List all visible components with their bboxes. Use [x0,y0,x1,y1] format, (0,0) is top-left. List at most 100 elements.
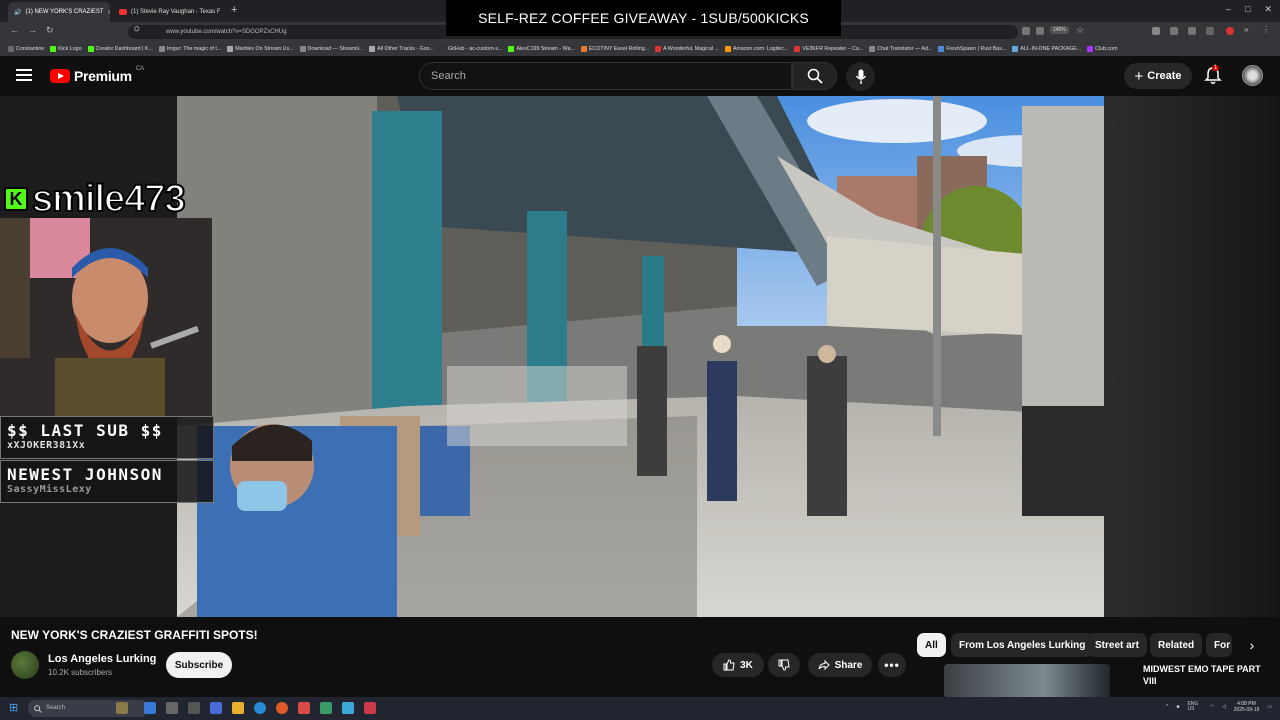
logo-text: Premium [74,68,132,84]
back-icon[interactable]: ← [10,25,19,35]
bookmark-item[interactable]: AlexC199 Stream - Wa... [508,46,575,52]
widgets-icon[interactable] [116,702,128,714]
bookmark-item[interactable]: ECOTINY Easel Rolling... [580,46,649,52]
close-tab-icon[interactable]: × [225,8,226,17]
more-actions-button[interactable]: ••• [878,653,906,677]
download-icon[interactable] [1152,27,1160,35]
close-window-icon[interactable]: ✕ [1264,4,1272,15]
channel-name[interactable]: Los Angeles Lurking [48,653,156,665]
profile-icon[interactable] [1226,27,1234,35]
chip-from-channel[interactable]: From Los Angeles Lurking [951,633,1094,657]
windows-start-icon[interactable]: ⊞ [9,701,18,714]
bookmark-item[interactable]: ALL-IN-ONE PACKAGE... [1012,46,1081,52]
bookmark-item[interactable]: Creator Dashboard | K... [87,46,153,52]
cast-icon[interactable] [1022,27,1030,35]
screenshot-icon[interactable] [1036,27,1044,35]
bookmark-label: A Wonderful, Magical ... [663,46,719,52]
bookmark-item[interactable]: Imgur: The magic of t... [158,46,221,52]
search-input[interactable]: Search [419,62,792,90]
bookmark-item[interactable]: Amazon.com: Logitec... [724,46,788,52]
channel-avatar[interactable] [11,651,39,679]
dislike-button[interactable] [768,653,800,677]
firefox-icon[interactable] [276,702,288,714]
bookmark-label: Chat Translator — Ad... [877,46,933,52]
extensions-icon[interactable] [1188,27,1196,35]
recommended-video-title[interactable]: MIDWEST EMO TAPE PART VIII [1143,664,1271,687]
app-icon[interactable] [188,702,200,714]
task-view-icon[interactable] [144,702,156,714]
bookmark-item[interactable]: Chat Translator — Ad... [869,46,932,52]
video-frame[interactable] [177,96,1104,617]
bookmark-item[interactable]: FreshSpawn | Rust Bas... [938,46,1006,52]
newest-johnson-title: NEWEST JOHNSON [7,465,163,484]
discord-icon[interactable] [210,702,222,714]
create-button[interactable]: + Create [1124,63,1192,89]
bookmark-item[interactable]: GitHub - ac-custom-s... [440,46,502,52]
system-clock[interactable]: 4:08 PM 2025-09-19 [1234,701,1260,713]
search-button[interactable] [792,62,837,90]
edge-icon[interactable] [254,702,266,714]
youtube-header: Premium CA Search + Create 1 [0,56,1280,96]
bookmark-favicon-icon [1012,46,1019,52]
bookmark-favicon-icon [1087,46,1094,52]
app-icon[interactable] [320,702,332,714]
more-tabs-icon[interactable]: » [1244,25,1248,34]
wifi-icon[interactable]: ◠ [1209,704,1213,710]
reload-icon[interactable]: ↻ [46,25,54,36]
site-info-icon[interactable]: ⛭ [134,26,140,34]
bookmark-item[interactable]: Download — Streamli... [299,46,363,52]
recommended-video-thumbnail[interactable] [944,664,1110,698]
app-icon[interactable] [342,702,354,714]
new-tab-button[interactable]: + [231,4,237,16]
extension-icon[interactable] [1206,27,1214,35]
youtube-premium-logo[interactable]: Premium CA [50,66,144,84]
streamer-name-overlay: K smile473 [0,179,212,219]
bookmark-favicon-icon [794,46,801,52]
bookmark-item[interactable]: Club.com [1087,46,1118,52]
forward-icon[interactable]: → [28,25,37,35]
giveaway-banner: SELF-REZ COFFEE GIVEAWAY - 1SUB/500KICKS [446,0,841,36]
hamburger-menu-icon[interactable] [16,69,32,81]
bookmark-star-icon[interactable]: ☆ [1076,25,1084,36]
tray-app-icon[interactable]: ■ [1176,704,1179,710]
browser-tab[interactable]: (1) Stevie Ray Vaughan - Texas F × [113,2,225,22]
subscribe-button[interactable]: Subscribe [166,652,232,678]
chip-street-art[interactable]: Street art [1087,633,1147,657]
file-explorer-icon[interactable] [232,702,244,714]
taskbar-search-input[interactable]: Search [28,700,148,717]
bookmark-item[interactable]: Marbles On Stream Us... [227,46,294,52]
browser-menu-icon[interactable]: ⋮ [1262,25,1270,34]
notifications-icon[interactable]: ▭ [1267,704,1272,710]
video-player[interactable]: K smile473 $$ LAST SUB $$ xXJOKER381Xx N… [0,96,1280,617]
volume-icon[interactable]: ◁ [1222,704,1226,710]
browser-tab-active[interactable]: 🔊 (1) NEW YORK'S CRAZIEST × [8,2,110,22]
bookmark-item[interactable]: VE3KFR Repeater – Ca... [794,46,863,52]
maximize-icon[interactable]: □ [1245,4,1250,15]
chip-for-you[interactable]: For [1206,633,1232,657]
app-icon[interactable] [166,702,178,714]
speaker-icon: 🔊 [14,9,22,16]
bookmark-item[interactable]: A Wonderful, Magical ... [655,46,719,52]
voice-search-button[interactable] [846,62,875,91]
history-icon[interactable] [1170,27,1178,35]
chip-all[interactable]: All [917,633,946,657]
app-icon[interactable] [364,702,376,714]
bookmark-item[interactable]: All Other Tracks - Goo... [369,46,434,52]
bookmark-favicon-icon [87,46,94,52]
like-button[interactable]: 3K [712,653,764,677]
tray-chevron-icon[interactable]: ^ [1166,704,1168,710]
create-label: Create [1147,70,1182,82]
more-horizontal-icon: ••• [884,658,900,672]
share-button[interactable]: Share [808,653,872,677]
chevron-right-icon[interactable]: › [1240,633,1264,657]
obs-icon[interactable] [298,702,310,714]
minimize-icon[interactable]: – [1226,4,1231,15]
bookmark-item[interactable]: Kick Logo [50,46,82,52]
chip-related[interactable]: Related [1150,633,1203,657]
zoom-indicator[interactable]: 140% [1050,26,1069,34]
streamer-webcam [0,218,212,416]
bookmark-item[interactable]: Constantine [8,46,44,52]
language-indicator[interactable]: ENG US [1187,701,1201,713]
user-avatar[interactable] [1242,65,1263,86]
close-tab-icon[interactable]: × [108,8,110,17]
